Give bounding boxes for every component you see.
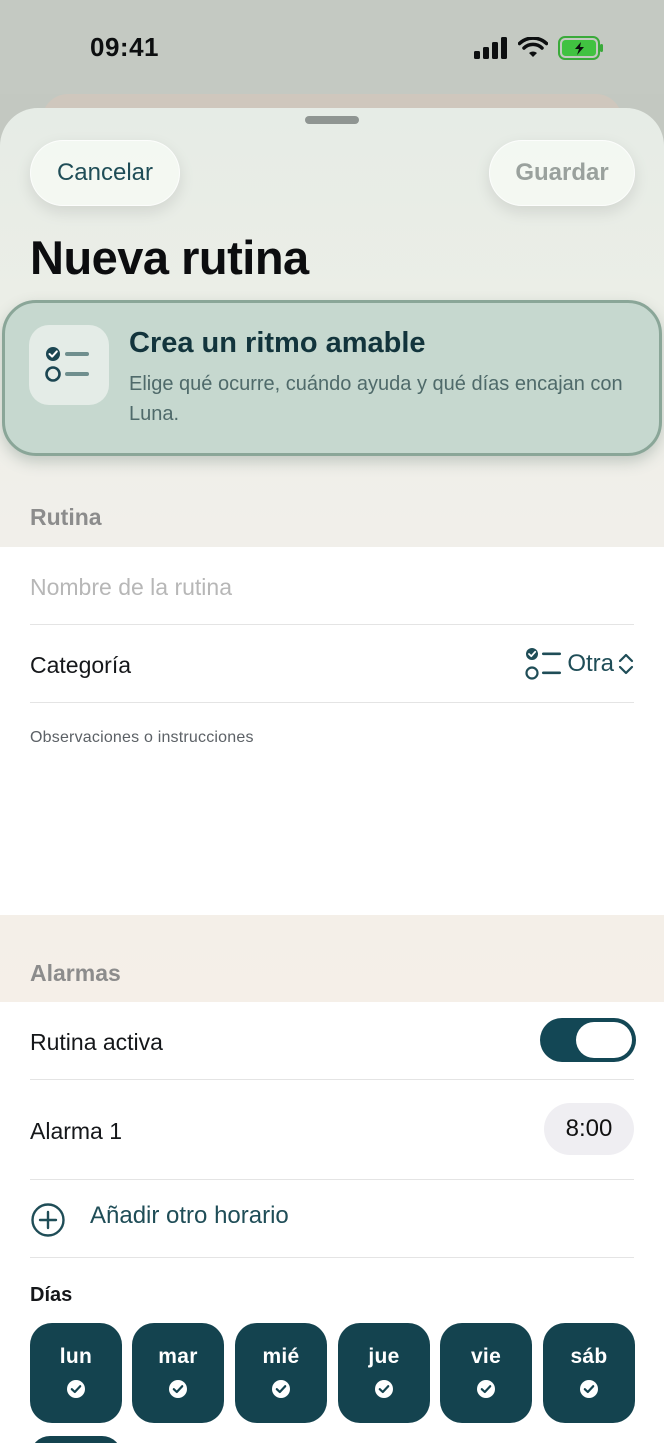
day-label: mar <box>158 1345 198 1368</box>
day-label: sáb <box>570 1345 608 1368</box>
routine-name-row[interactable]: Nombre de la rutina <box>30 547 634 625</box>
notes-textarea[interactable]: Observaciones o instrucciones <box>30 703 634 913</box>
status-bar: 09:41 <box>0 0 664 94</box>
notes-placeholder: Observaciones o instrucciones <box>30 729 254 746</box>
hero-title: Crea un ritmo amable <box>129 327 426 359</box>
page-title: Nueva rutina <box>30 231 309 284</box>
day-label: jue <box>368 1345 400 1368</box>
day-chip-sab[interactable]: sáb <box>543 1323 635 1423</box>
day-chip-mar[interactable]: mar <box>132 1323 224 1423</box>
status-time: 09:41 <box>90 32 159 62</box>
category-label: Categoría <box>30 652 132 678</box>
routine-active-row: Rutina activa <box>30 1002 636 1080</box>
routine-active-toggle[interactable] <box>540 1018 636 1062</box>
day-chip-vie[interactable]: vie <box>440 1323 532 1423</box>
checkmark-circle-icon <box>169 1380 187 1398</box>
add-time-label: Añadir otro horario <box>90 1202 289 1229</box>
plus-circle-icon <box>31 1203 65 1237</box>
cancel-button[interactable]: Cancelar <box>30 140 180 206</box>
checkmark-circle-icon <box>580 1380 598 1398</box>
category-picker[interactable]: Otra <box>525 647 634 681</box>
toggle-knob <box>576 1022 632 1058</box>
routine-group: Nombre de la rutina Categoría Otra Obser… <box>0 547 664 915</box>
hero-icon-box <box>29 325 109 405</box>
checkmark-circle-icon <box>67 1380 85 1398</box>
chevron-up-down-icon <box>618 653 634 675</box>
alarm-time-picker[interactable]: 8:00 <box>544 1103 634 1155</box>
routine-name-input[interactable]: Nombre de la rutina <box>30 574 232 601</box>
alarms-group: Rutina activa Alarma 1 8:00 Añadir otro … <box>0 1002 664 1443</box>
day-chip-lun[interactable]: lun <box>30 1323 122 1423</box>
new-routine-sheet: Cancelar Guardar Nueva rutina Crea un ri… <box>0 108 664 1443</box>
checkmark-circle-icon <box>477 1380 495 1398</box>
add-time-row[interactable]: Añadir otro horario <box>30 1180 634 1258</box>
hero-card: Crea un ritmo amable Elige qué ocurre, c… <box>2 300 662 456</box>
days-label: Días <box>30 1284 73 1306</box>
day-label: mié <box>262 1345 300 1368</box>
alarm-label: Alarma 1 <box>30 1118 123 1144</box>
sheet-grabber[interactable] <box>305 116 359 124</box>
checkmark-circle-icon <box>272 1380 290 1398</box>
category-value: Otra <box>567 650 614 677</box>
day-chip-next-row[interactable] <box>30 1436 122 1443</box>
section-label-alarms: Alarmas <box>30 960 121 986</box>
checklist-icon <box>45 347 89 382</box>
hero-subtitle: Elige qué ocurre, cuándo ayuda y qué día… <box>129 373 623 425</box>
section-label-routine: Rutina <box>30 504 102 530</box>
signal-icon <box>474 37 507 59</box>
status-icons <box>474 36 604 60</box>
save-button[interactable]: Guardar <box>489 140 635 206</box>
routine-active-label: Rutina activa <box>30 1029 163 1055</box>
checklist-icon <box>525 648 562 680</box>
checkmark-circle-icon <box>375 1380 393 1398</box>
day-label: vie <box>470 1345 502 1368</box>
wifi-icon <box>518 37 548 57</box>
day-chip-mie[interactable]: mié <box>235 1323 327 1423</box>
alarm-row[interactable]: Alarma 1 8:00 <box>30 1080 634 1180</box>
day-chip-jue[interactable]: jue <box>338 1323 430 1423</box>
day-label: lun <box>59 1345 93 1368</box>
battery-icon <box>558 36 603 60</box>
category-row[interactable]: Categoría Otra <box>30 625 634 703</box>
